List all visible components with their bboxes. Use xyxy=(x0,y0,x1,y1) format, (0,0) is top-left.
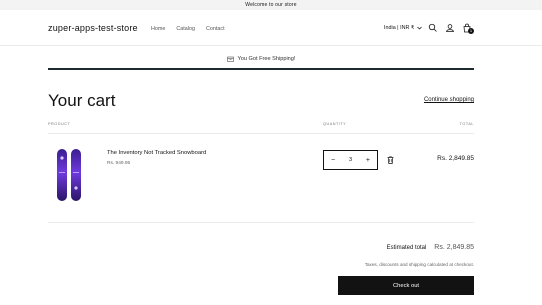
quantity-input[interactable]: 3 xyxy=(349,157,352,163)
locale-selector[interactable]: India | INR ₹ xyxy=(384,25,423,31)
estimated-total: Estimated total Rs. 2,849.85 xyxy=(387,244,474,251)
column-header-total: TOTAL xyxy=(459,122,474,126)
column-header-quantity: QUANTITY xyxy=(323,122,347,126)
continue-shopping-link[interactable]: Continue shopping xyxy=(424,97,474,103)
line-item-total: Rs. 2,849.85 xyxy=(437,155,474,162)
trash-icon[interactable] xyxy=(387,156,394,164)
quantity-decrease-button[interactable]: − xyxy=(331,157,335,164)
checkout-button[interactable]: Check out xyxy=(338,276,474,295)
taxes-note: Taxes, discounts and shipping calculated… xyxy=(364,262,474,267)
store-logo[interactable]: zuper-apps-test-store xyxy=(48,23,138,33)
announcement-bar: Welcome to our store xyxy=(0,0,542,10)
nav-contact[interactable]: Contact xyxy=(206,26,225,32)
quantity-increase-button[interactable]: + xyxy=(366,157,370,164)
shipping-box-icon xyxy=(226,56,234,62)
announcement-text: Welcome to our store xyxy=(245,2,297,8)
free-shipping-text: You Got Free Shipping! xyxy=(237,56,296,62)
site-header: zuper-apps-test-store Home Catalog Conta… xyxy=(0,10,542,46)
nav-catalog[interactable]: Catalog xyxy=(176,26,195,32)
user-icon xyxy=(446,24,454,32)
checkout-label: Check out xyxy=(392,282,420,289)
column-header-product: PRODUCT xyxy=(48,122,71,126)
account-button[interactable] xyxy=(445,23,455,33)
quantity-stepper: − 3 + xyxy=(323,150,378,170)
divider xyxy=(48,222,474,223)
estimated-total-value: Rs. 2,849.85 xyxy=(434,244,474,251)
search-icon xyxy=(428,23,437,32)
nav-home[interactable]: Home xyxy=(151,26,165,32)
chevron-down-icon xyxy=(417,26,423,30)
shipping-progress-fill xyxy=(48,68,474,70)
cart-button[interactable]: 1 xyxy=(462,23,474,34)
product-image[interactable] xyxy=(55,148,85,202)
divider xyxy=(48,133,474,134)
main-nav: Home Catalog Contact xyxy=(151,26,225,32)
free-shipping-banner: You Got Free Shipping! xyxy=(48,49,474,69)
search-button[interactable] xyxy=(428,23,438,33)
shipping-progress-bar xyxy=(48,68,474,70)
product-name-link[interactable]: The Inventory Not Tracked Snowboard xyxy=(107,150,206,156)
cart-count-badge: 1 xyxy=(468,28,474,34)
locale-label: India | INR ₹ xyxy=(384,25,415,31)
product-unit-price: Rs. 949.95 xyxy=(107,161,131,166)
estimated-total-label: Estimated total xyxy=(386,245,427,251)
page-title: Your cart xyxy=(48,91,116,110)
